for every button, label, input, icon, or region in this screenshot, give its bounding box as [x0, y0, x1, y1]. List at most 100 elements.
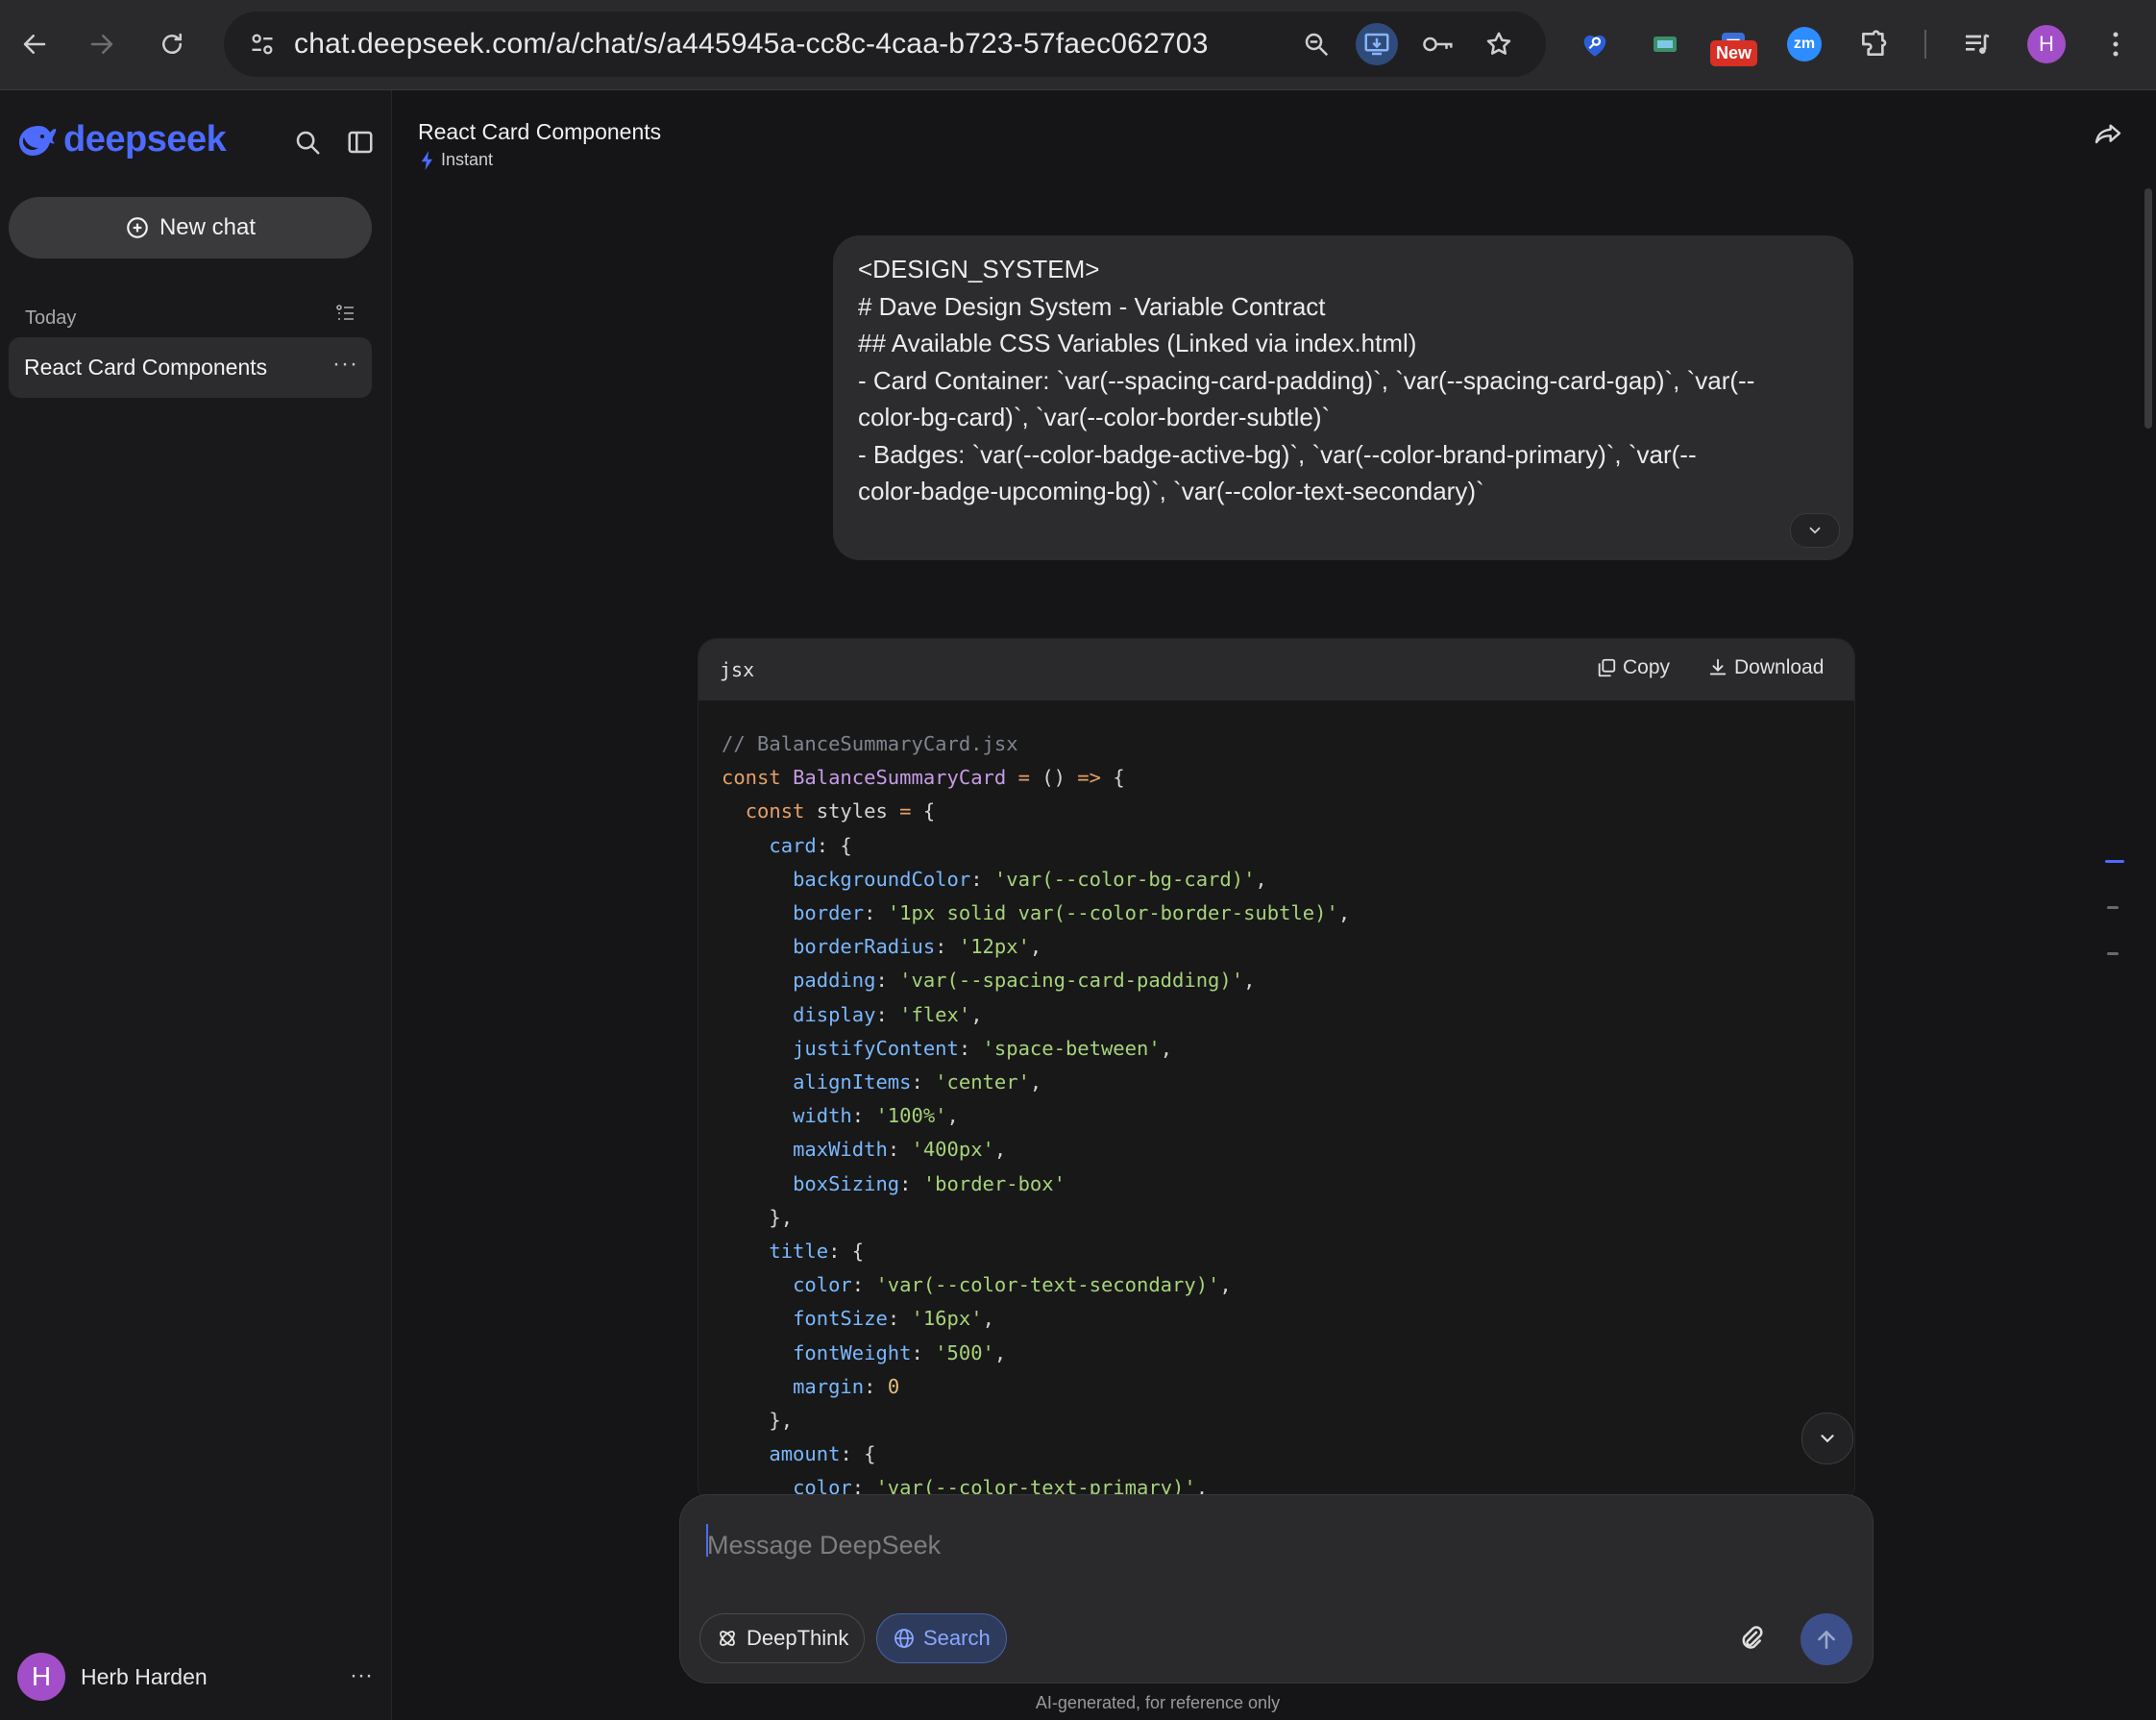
code-token: ,: [1337, 901, 1351, 925]
code-line: },: [722, 1201, 1350, 1235]
code-line: boxSizing: 'border-box': [722, 1167, 1350, 1201]
code-token: // BalanceSummaryCard.jsx: [722, 732, 1018, 755]
new-chat-button[interactable]: New chat: [9, 197, 372, 258]
attach-file-icon[interactable]: [1737, 1622, 1766, 1659]
media-controls-icon[interactable]: [1956, 23, 1998, 65]
code-token: fontWeight: [793, 1340, 912, 1364]
code-token: '100%': [875, 1104, 947, 1128]
copy-code-button[interactable]: Copy: [1596, 656, 1670, 679]
chevron-down-icon: [1809, 527, 1821, 534]
code-token: backgroundColor: [793, 867, 971, 891]
browser-menu-icon[interactable]: [2095, 23, 2137, 65]
scroll-to-bottom-button[interactable]: [1801, 1413, 1853, 1464]
code-line: padding: 'var(--spacing-card-padding)',: [722, 964, 1350, 997]
message-line: color-badge-upcoming-bg)`, `var(--color-…: [858, 477, 1484, 505]
code-token: 'var(--color-text-secondary)': [875, 1273, 1220, 1297]
search-chats-icon[interactable]: [288, 123, 327, 161]
forward-icon[interactable]: [81, 23, 123, 65]
code-token: ,: [993, 1138, 1007, 1162]
send-button[interactable]: [1801, 1613, 1852, 1665]
mode-indicator: Instant: [420, 150, 493, 170]
zoom-icon[interactable]: [1295, 23, 1337, 65]
password-key-icon[interactable]: [1417, 23, 1459, 65]
list-view-icon[interactable]: [334, 302, 357, 330]
outline-marker[interactable]: [2107, 906, 2119, 909]
code-token: :: [875, 1002, 900, 1026]
code-token: : {: [816, 833, 852, 857]
code-token: 'center': [935, 1070, 1030, 1094]
outline-marker-active[interactable]: [2105, 860, 2124, 863]
code-line: maxWidth: '400px',: [722, 1133, 1350, 1167]
deepthink-label: DeepThink: [747, 1626, 849, 1650]
disclaimer-label: AI-generated, for reference only: [1035, 1693, 1281, 1712]
browser-profile-avatar[interactable]: H: [2027, 25, 2066, 63]
code-token: padding: [793, 969, 876, 993]
code-token: },: [722, 1205, 794, 1229]
user-message-bubble: <DESIGN_SYSTEM> # Dave Design System - V…: [833, 235, 1853, 560]
address-bar[interactable]: chat.deepseek.com/a/chat/s/a445945a-cc8c…: [224, 12, 1546, 77]
code-token: :: [851, 1104, 876, 1128]
code-token: alignItems: [793, 1070, 912, 1094]
code-line: border: '1px solid var(--color-border-su…: [722, 897, 1350, 930]
share-icon[interactable]: [2093, 119, 2123, 155]
code-line: width: '100%',: [722, 1099, 1350, 1133]
url-text[interactable]: chat.deepseek.com/a/chat/s/a445945a-cc8c…: [294, 28, 1209, 61]
message-line: <DESIGN_SYSTEM>: [858, 255, 1100, 283]
screen-capture-extension-icon[interactable]: [1644, 23, 1686, 65]
code-line: justifyContent: 'space-between',: [722, 1032, 1350, 1066]
code-token: ,: [970, 1002, 983, 1026]
code-token: const: [745, 799, 817, 823]
code-token: boxSizing: [793, 1171, 900, 1195]
password-manager-extension-icon[interactable]: [1574, 23, 1616, 65]
message-input[interactable]: [705, 1520, 1814, 1570]
new-badge: New: [1710, 40, 1758, 66]
code-token: color: [793, 1273, 852, 1297]
lightning-icon: [421, 150, 432, 170]
search-toggle[interactable]: Search: [876, 1613, 1007, 1663]
site-info-icon[interactable]: [241, 23, 283, 65]
reload-icon[interactable]: [151, 23, 193, 65]
bookmark-star-icon[interactable]: [1478, 23, 1520, 65]
message-composer: DeepThink Search: [679, 1494, 1874, 1683]
expand-message-button[interactable]: [1790, 513, 1840, 548]
chat-list-item[interactable]: React Card Components ···: [9, 337, 372, 398]
code-token: border: [793, 901, 865, 925]
chat-item-more-icon[interactable]: ···: [332, 351, 358, 378]
main-scrollbar[interactable]: [2144, 188, 2152, 429]
code-token: maxWidth: [793, 1138, 888, 1162]
download-code-button[interactable]: Download: [1707, 656, 1824, 679]
collapse-sidebar-icon[interactable]: [341, 123, 380, 161]
code-token: ,: [1255, 867, 1267, 891]
code-line: // BalanceSummaryCard.jsx: [722, 727, 1350, 761]
code-token: amount: [769, 1442, 841, 1466]
outline-marker[interactable]: [2107, 952, 2119, 955]
zoom-meetings-extension-icon[interactable]: zm: [1783, 23, 1825, 65]
code-token: =: [1017, 766, 1030, 790]
toolbar-divider: [1924, 30, 1926, 59]
code-token: {: [1100, 766, 1125, 790]
globe-icon: [894, 1629, 914, 1648]
message-line: # Dave Design System - Variable Contract: [858, 291, 1326, 321]
code-token: :: [899, 1171, 923, 1195]
deepthink-toggle[interactable]: DeepThink: [699, 1613, 866, 1663]
code-token: : {: [840, 1442, 876, 1466]
back-icon[interactable]: [13, 23, 56, 65]
install-app-icon[interactable]: [1356, 23, 1398, 65]
code-token: styles: [816, 799, 900, 823]
search-label: Search: [923, 1626, 991, 1650]
code-token: ,: [1029, 935, 1042, 959]
code-line: },: [722, 1404, 1350, 1437]
code-line: const styles = {: [722, 795, 1350, 828]
code-token: 'flex': [899, 1002, 971, 1026]
logo-text: deepseek: [63, 119, 227, 160]
extensions-puzzle-icon[interactable]: [1852, 23, 1895, 65]
code-token: :: [970, 867, 994, 891]
code-token: '1px solid var(--color-border-subtle)': [887, 901, 1338, 925]
user-more-icon[interactable]: ···: [350, 1662, 373, 1689]
deepseek-logo[interactable]: deepseek: [13, 119, 227, 160]
